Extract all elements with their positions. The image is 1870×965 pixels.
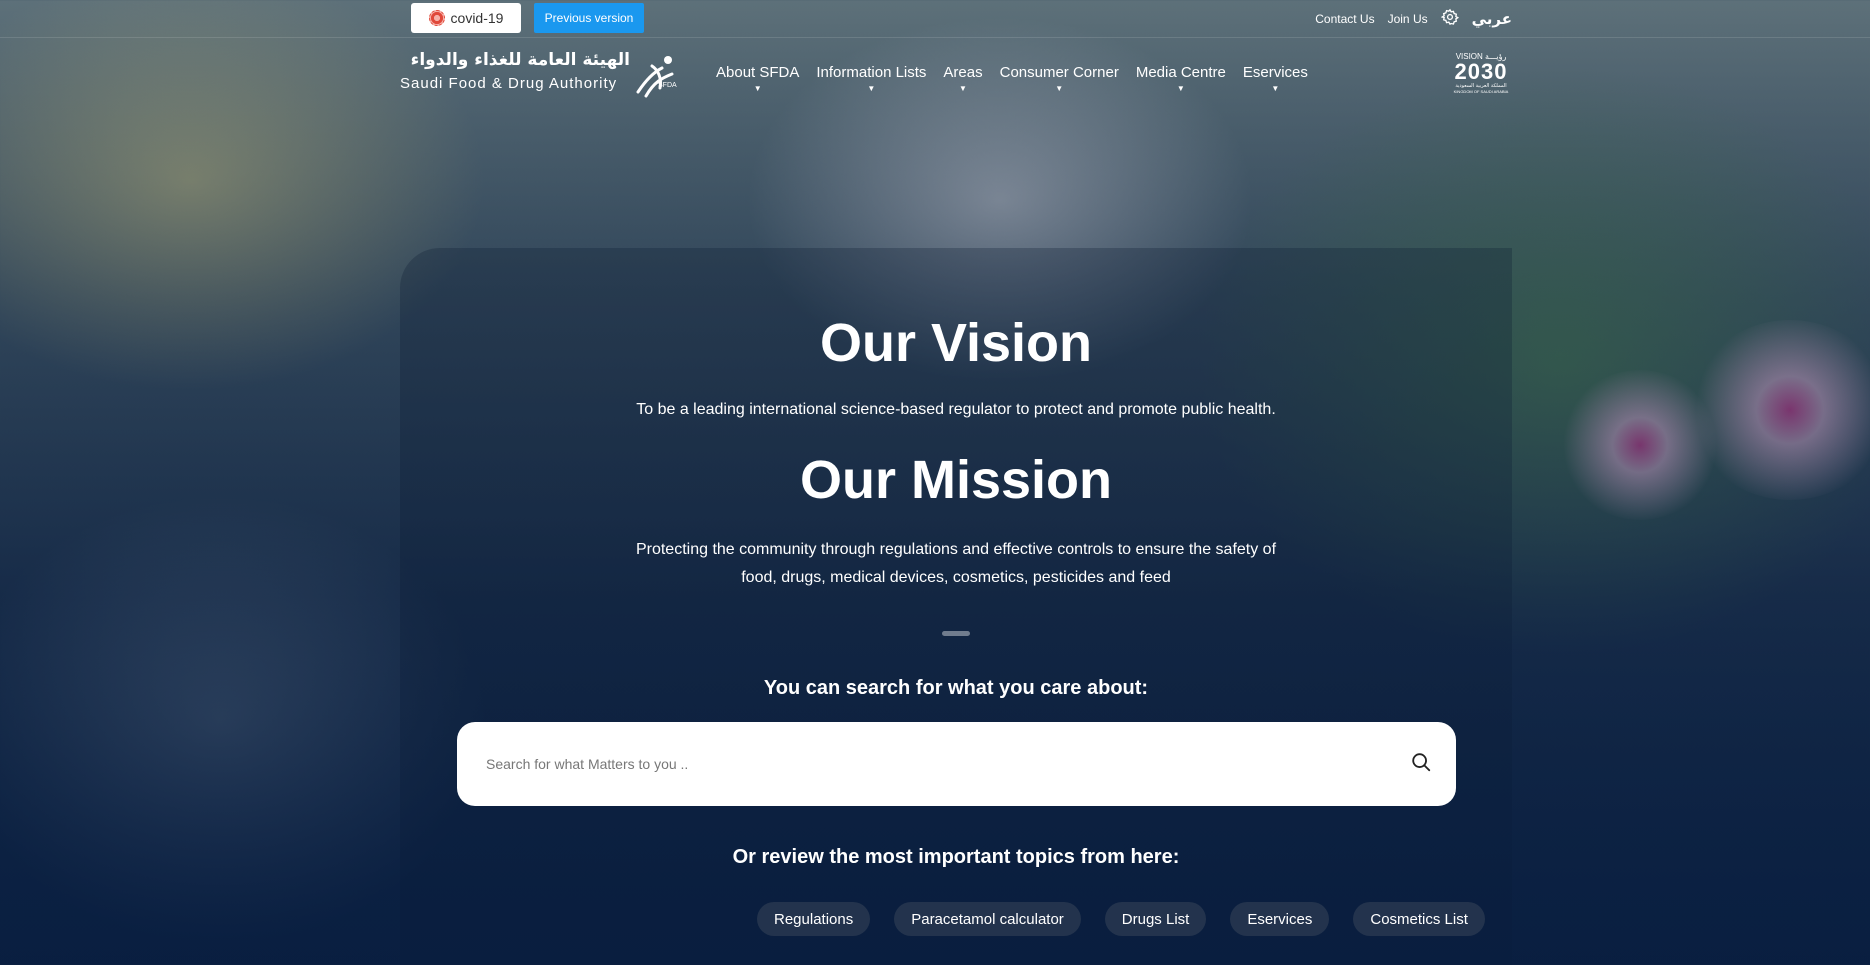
mission-title: Our Mission: [799, 450, 1113, 510]
sfda-mark-text: SFDA: [658, 82, 677, 89]
covid-label: covid-19: [450, 10, 504, 26]
nav-label: Eservices: [1242, 64, 1308, 81]
topic-chip-eservices[interactable]: Eservices: [1230, 902, 1330, 936]
chevron-down-icon: ▼: [1176, 84, 1185, 93]
vision-2030-logo[interactable]: VISION رؤيـــة 2030 المملكة العربية السع…: [1449, 52, 1513, 98]
topics-heading: Or review the most important topics from…: [732, 846, 1180, 868]
search-heading: You can search for what you care about:: [763, 677, 1149, 699]
nav-item-information-lists[interactable]: Information Lists ▼: [816, 64, 926, 93]
chevron-down-icon: ▼: [959, 84, 967, 93]
vision-text: To be a leading international science-ba…: [636, 401, 1276, 418]
nav-item-eservices[interactable]: Eservices ▼: [1243, 64, 1308, 93]
search-input[interactable]: [486, 756, 1410, 772]
topic-chip-regulations[interactable]: Regulations: [757, 902, 871, 936]
contact-us-link[interactable]: Contact Us: [1315, 12, 1374, 26]
nav-label: Areas: [943, 64, 983, 81]
vision-title: Our Vision: [819, 313, 1093, 373]
nav-item-consumer-corner[interactable]: Consumer Corner ▼: [1000, 64, 1119, 93]
previous-version-button[interactable]: Previous version: [534, 3, 644, 33]
chevron-down-icon: ▼: [867, 84, 876, 93]
logo-english-name: Saudi Food & Drug Authority: [400, 75, 618, 92]
nav-item-about[interactable]: About SFDA ▼: [716, 64, 799, 93]
vision-logo-sub-en: KINGDOM OF SAUDI ARABIA: [1453, 89, 1509, 94]
sfda-logo[interactable]: الهيئة العامة للغذاء والدواء Saudi Food …: [400, 50, 690, 100]
nav-item-media-centre[interactable]: Media Centre ▼: [1136, 64, 1226, 93]
nav-item-areas[interactable]: Areas ▼: [943, 64, 982, 93]
topic-chip-cosmetics-list[interactable]: Cosmetics List: [1353, 902, 1485, 936]
sfda-mark-icon: SFDA: [632, 52, 680, 103]
gear-icon[interactable]: [1440, 8, 1459, 29]
nav-label: Consumer Corner: [999, 64, 1119, 81]
nav-label: Information Lists: [816, 64, 927, 81]
covid-button[interactable]: covid-19: [411, 3, 521, 33]
chevron-down-icon: ▼: [753, 84, 762, 93]
vision-logo-year: 2030: [1454, 59, 1508, 84]
main-nav: About SFDA ▼ Information Lists ▼ Areas ▼ Co…: [716, 64, 1308, 93]
topic-chips: Regulations Paracetamol calculator Drugs…: [757, 902, 1485, 936]
topic-chip-paracetamol-calculator[interactable]: Paracetamol calculator: [894, 902, 1081, 936]
topic-chip-drugs-list[interactable]: Drugs List: [1104, 902, 1207, 936]
top-bar: covid-19 Previous version Contact Us Joi…: [0, 0, 1870, 38]
search-box: [457, 722, 1456, 806]
nav-label: About SFDA: [716, 64, 800, 81]
slider-indicator[interactable]: [942, 631, 970, 636]
search-icon[interactable]: [1410, 751, 1432, 778]
nav-label: Media Centre: [1135, 64, 1226, 81]
join-us-link[interactable]: Join Us: [1388, 12, 1428, 26]
mission-text: Protecting the community through regulat…: [635, 541, 1277, 586]
language-switch[interactable]: عربي: [1472, 10, 1512, 28]
chevron-down-icon: ▼: [1271, 84, 1280, 93]
top-links: Contact Us Join Us عربي: [1315, 8, 1512, 29]
logo-arabic-name: الهيئة العامة للغذاء والدواء: [410, 50, 630, 70]
virus-icon: [428, 10, 445, 26]
chevron-down-icon: ▼: [1055, 84, 1064, 93]
